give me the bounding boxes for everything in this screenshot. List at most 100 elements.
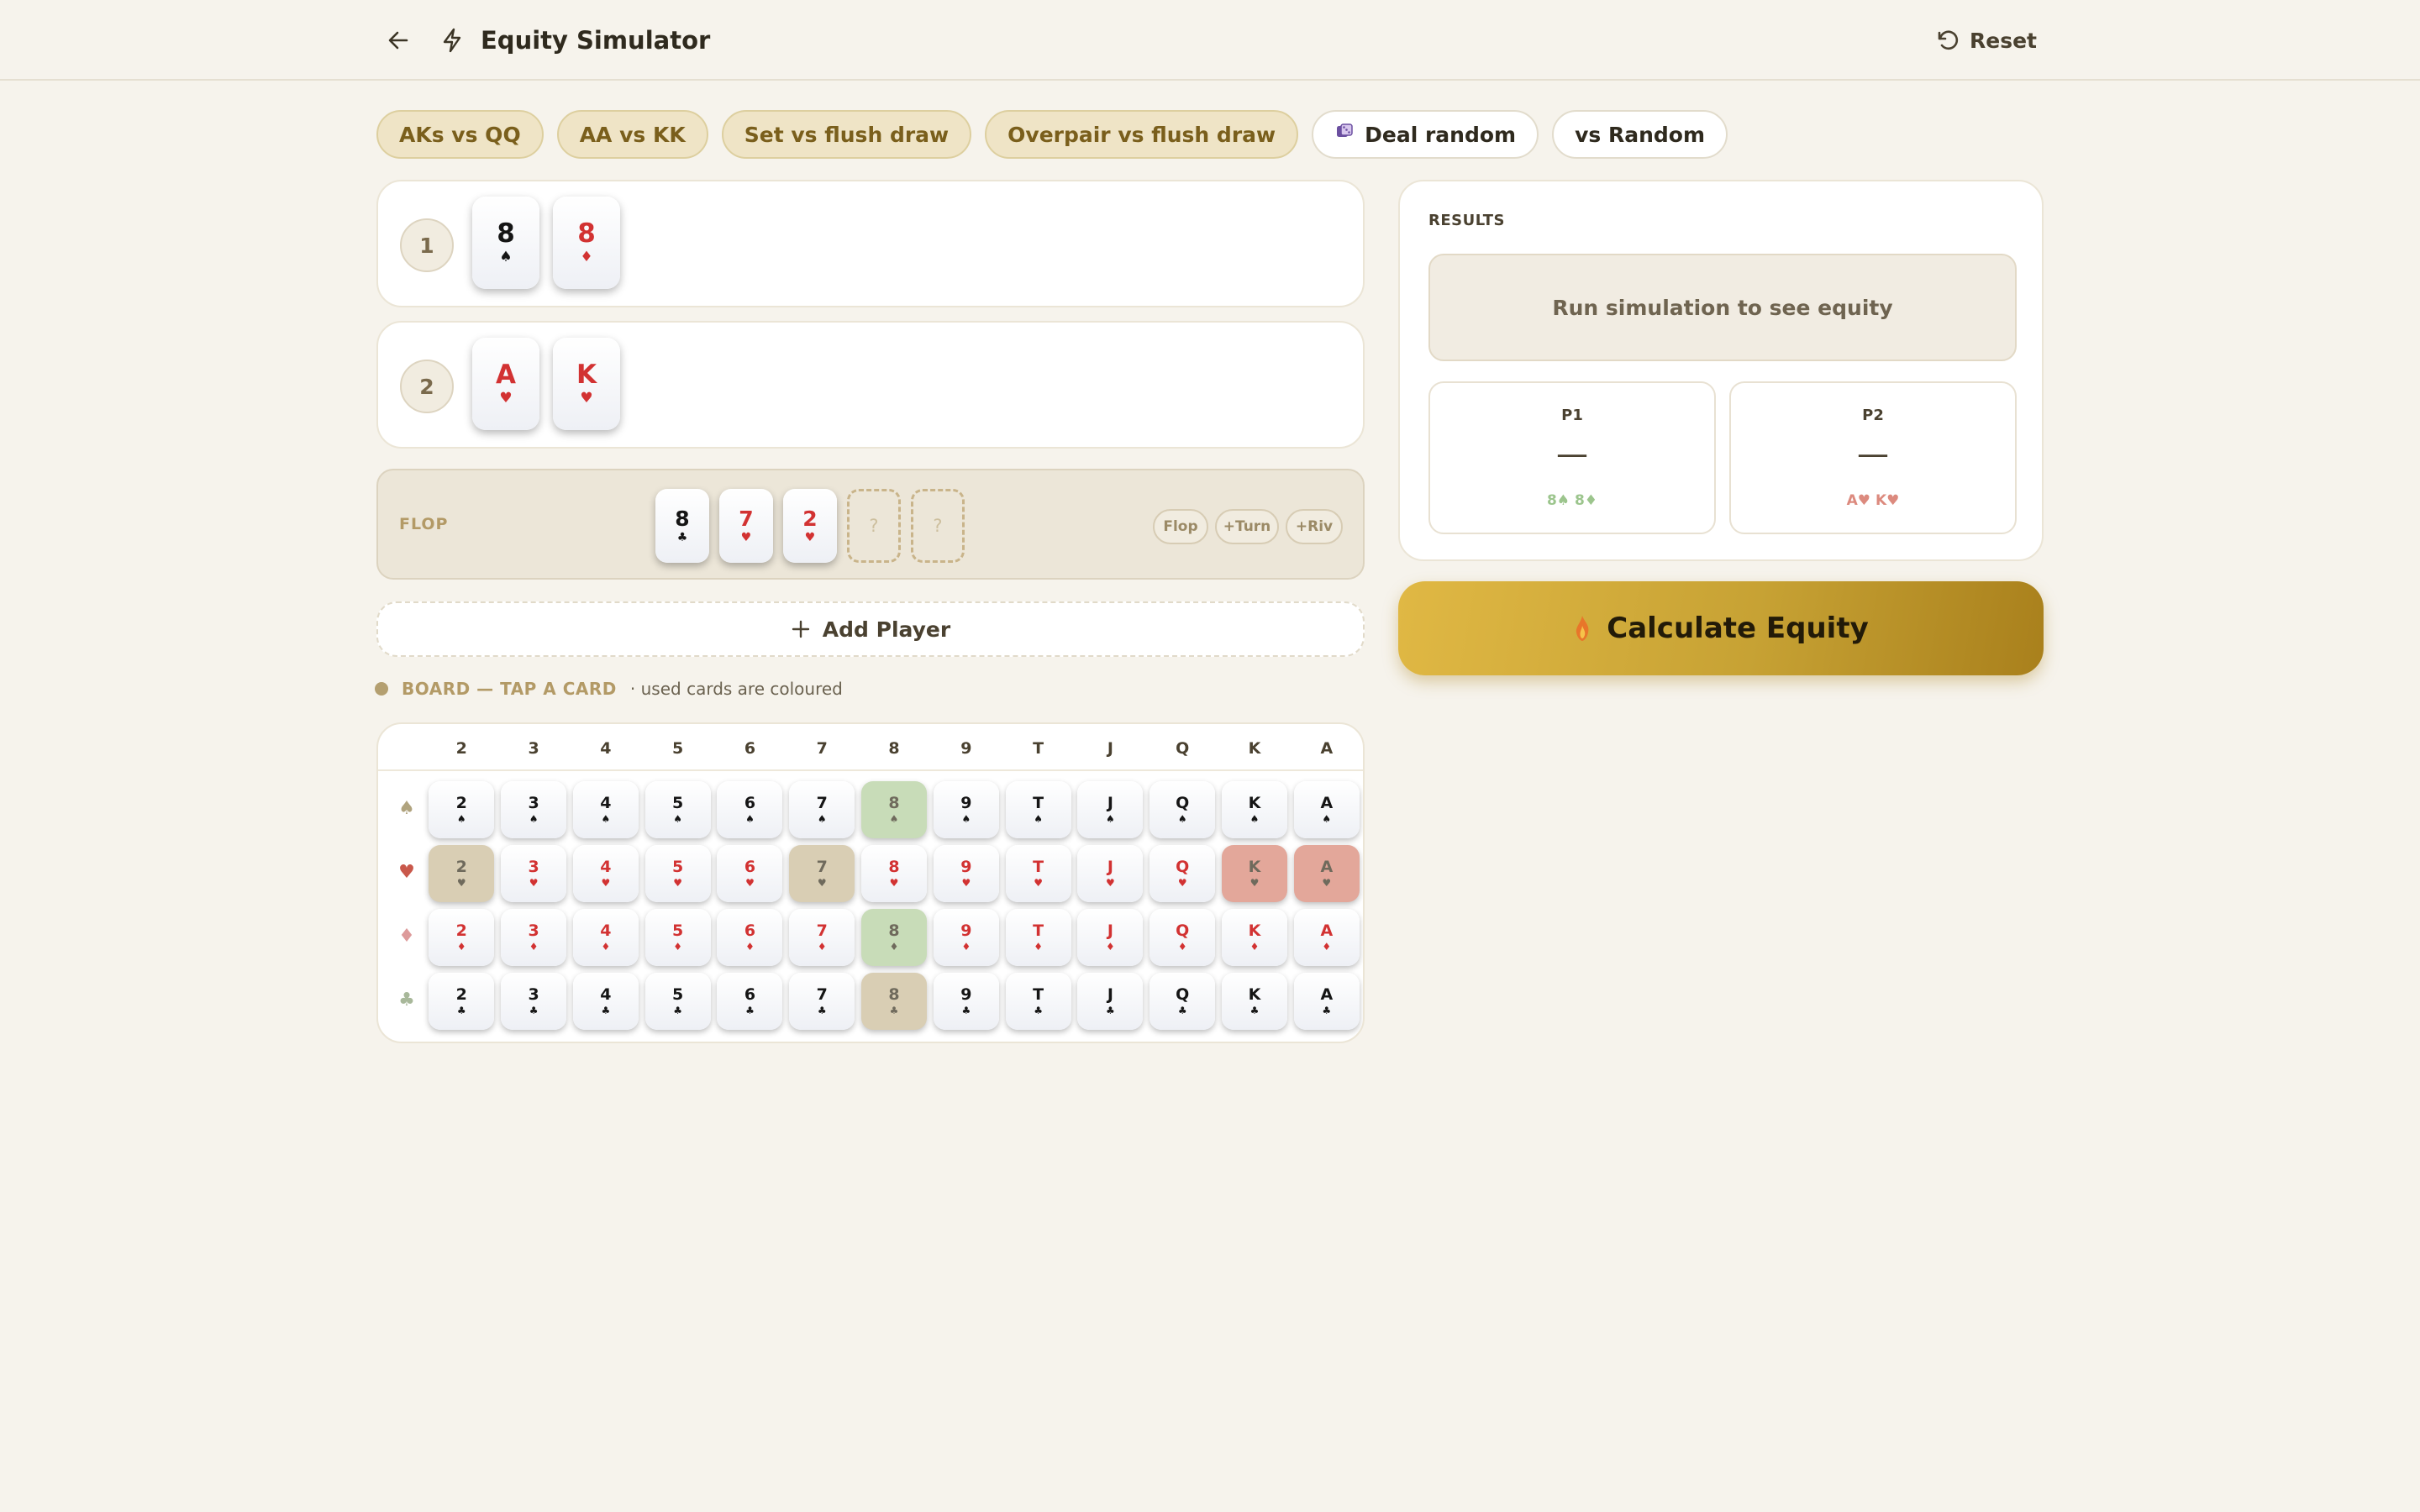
back-arrow-icon[interactable] (383, 25, 413, 55)
hole-card[interactable]: A ♥ (472, 338, 539, 430)
card-suit: ♣ (1177, 1005, 1187, 1016)
player-equity-card: P1 — 8♠ 8♦ (1428, 381, 1716, 534)
card-suit: ♦ (580, 249, 593, 265)
deck-card[interactable]: A ♥ (1293, 845, 1360, 902)
card-rank: 3 (528, 858, 539, 876)
card-rank: K (1248, 794, 1261, 812)
deck-card[interactable]: J ♥ (1077, 845, 1144, 902)
deck-card[interactable]: 6 ♥ (717, 845, 783, 902)
preset-label: Overpair vs flush draw (1007, 122, 1276, 147)
deck-card[interactable]: J ♠ (1077, 781, 1144, 838)
board-card[interactable]: 8 ♣ (655, 489, 709, 563)
deck-card[interactable]: 7 ♦ (789, 909, 855, 966)
deck-card[interactable]: 7 ♥ (789, 845, 855, 902)
flop-button[interactable]: Flop (1153, 509, 1208, 544)
deck-card[interactable]: Q ♥ (1150, 845, 1216, 902)
deck-card[interactable]: A ♣ (1293, 973, 1360, 1030)
deck-card[interactable]: Q ♠ (1150, 781, 1216, 838)
card-suit: ♥ (1034, 877, 1044, 889)
deck-card[interactable]: 9 ♠ (933, 781, 999, 838)
card-rank: 8 (675, 507, 690, 531)
hole-card[interactable]: K ♥ (553, 338, 620, 430)
hole-card[interactable]: 8 ♠ (472, 197, 539, 289)
add-player-button[interactable]: Add Player (376, 601, 1365, 657)
board-card[interactable]: 7 ♥ (719, 489, 773, 563)
rank-header: Q (1176, 739, 1190, 758)
deck-card[interactable]: 5 ♥ (644, 845, 711, 902)
preset-label: Deal random (1365, 122, 1517, 147)
deck-card[interactable]: 8 ♠ (861, 781, 928, 838)
hole-card[interactable]: 8 ♦ (553, 197, 620, 289)
deck-card[interactable]: A ♠ (1293, 781, 1360, 838)
deck-card[interactable]: 6 ♣ (717, 973, 783, 1030)
preset-label: AA vs KK (579, 122, 686, 147)
reset-button[interactable]: Reset (1936, 24, 2037, 57)
deck-card[interactable]: A ♦ (1293, 909, 1360, 966)
preset-chip[interactable]: Set vs flush draw (721, 110, 972, 159)
deck-card[interactable]: 5 ♣ (644, 973, 711, 1030)
calculate-equity-button[interactable]: Calculate Equity (1398, 581, 2044, 675)
deck-card[interactable]: 7 ♣ (789, 973, 855, 1030)
deck-card[interactable]: 5 ♦ (644, 909, 711, 966)
deck-card[interactable]: 2 ♠ (429, 781, 495, 838)
preset-chip[interactable]: vs Random (1552, 110, 1728, 159)
card-suit: ♣ (961, 1005, 971, 1016)
deck-card[interactable]: 9 ♣ (933, 973, 999, 1030)
deck-card[interactable]: 2 ♦ (429, 909, 495, 966)
card-suit: ♠ (1177, 813, 1187, 825)
card-rank: 5 (672, 985, 684, 1004)
deck-card[interactable]: 8 ♥ (861, 845, 928, 902)
player-number: 2 (400, 360, 454, 413)
deck-card[interactable]: T ♦ (1005, 909, 1071, 966)
preset-chip[interactable]: AA vs KK (556, 110, 708, 159)
deck-card[interactable]: 5 ♠ (644, 781, 711, 838)
empty-card-slot[interactable]: ? (911, 489, 965, 563)
deck-card[interactable]: T ♠ (1005, 781, 1071, 838)
rank-header: J (1107, 739, 1113, 758)
deck-card[interactable]: J ♣ (1077, 973, 1144, 1030)
deck-card[interactable]: 8 ♦ (861, 909, 928, 966)
card-rank: T (1033, 985, 1044, 1004)
deck-card[interactable]: 4 ♣ (572, 973, 639, 1030)
preset-chip[interactable]: AKs vs QQ (376, 110, 544, 159)
deck-card[interactable]: 3 ♣ (501, 973, 567, 1030)
deck-card[interactable]: T ♥ (1005, 845, 1071, 902)
board-card[interactable]: 2 ♥ (783, 489, 837, 563)
preset-chip[interactable]: Deal random (1312, 110, 1539, 159)
deck-card[interactable]: 9 ♦ (933, 909, 999, 966)
deck-card[interactable]: Q ♣ (1150, 973, 1216, 1030)
card-suit: ♦ (889, 941, 899, 953)
deck-card[interactable]: Q ♦ (1150, 909, 1216, 966)
deck-card[interactable]: K ♥ (1222, 845, 1288, 902)
preset-chip[interactable]: Overpair vs flush draw (985, 110, 1299, 159)
deck-card[interactable]: 6 ♠ (717, 781, 783, 838)
deck-card[interactable]: J ♦ (1077, 909, 1144, 966)
deck-card[interactable]: 3 ♠ (501, 781, 567, 838)
card-suit: ♣ (673, 1005, 683, 1016)
deck-card[interactable]: 4 ♠ (572, 781, 639, 838)
deck-card[interactable]: 3 ♦ (501, 909, 567, 966)
deck-card[interactable]: T ♣ (1005, 973, 1071, 1030)
card-suit: ♣ (456, 1005, 466, 1016)
deck-card[interactable]: 9 ♥ (933, 845, 999, 902)
card-suit: ♥ (804, 531, 816, 544)
add-turn-button[interactable]: +Turn (1215, 509, 1279, 544)
deck-card[interactable]: 7 ♠ (789, 781, 855, 838)
card-rank: K (1248, 921, 1261, 940)
deck-card[interactable]: 6 ♦ (717, 909, 783, 966)
add-river-button[interactable]: +Riv (1286, 509, 1343, 544)
rank-header: T (1033, 739, 1044, 758)
card-rank: K (576, 360, 597, 390)
deck-card[interactable]: 8 ♣ (861, 973, 928, 1030)
deck-card[interactable]: K ♣ (1222, 973, 1288, 1030)
deck-card[interactable]: 4 ♥ (572, 845, 639, 902)
card-suit: ♠ (601, 813, 611, 825)
deck-card[interactable]: 4 ♦ (572, 909, 639, 966)
deck-card[interactable]: 2 ♥ (429, 845, 495, 902)
empty-card-slot[interactable]: ? (847, 489, 901, 563)
deck-card[interactable]: 2 ♣ (429, 973, 495, 1030)
equity-value: — (1857, 435, 1889, 472)
deck-card[interactable]: K ♦ (1222, 909, 1288, 966)
deck-card[interactable]: 3 ♥ (501, 845, 567, 902)
deck-card[interactable]: K ♠ (1222, 781, 1288, 838)
